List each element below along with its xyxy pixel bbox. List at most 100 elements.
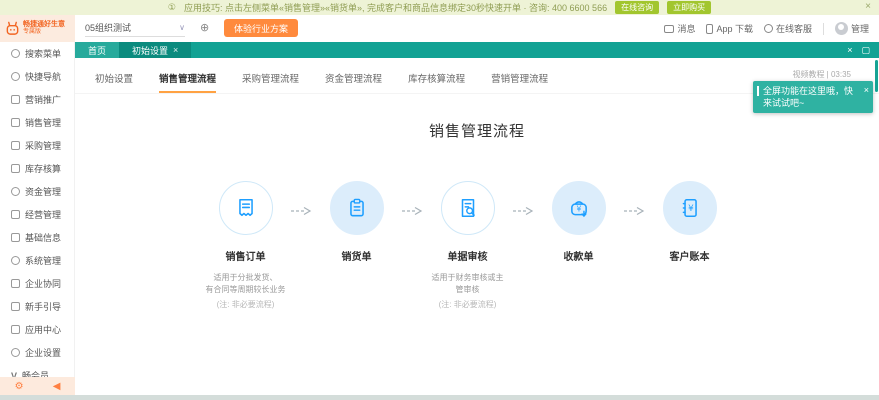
sales-process-flow: 销售订单 适用于分批发货、 有合同等周期较长业务 (注: 非必要流程) — [75, 181, 879, 310]
sidebar-label: 企业设置 — [25, 346, 61, 359]
industry-solution-button[interactable]: 体验行业方案 — [224, 19, 298, 37]
receipt-icon — [235, 197, 257, 219]
flow-node-sales-invoice[interactable]: 销货单 — [301, 181, 412, 310]
toast-text: 全屏功能在这里哦，快来试试吧~ — [763, 86, 853, 108]
flow-node-customer-ledger[interactable]: ¥ 客户账本 — [634, 181, 745, 310]
sidebar-footer: ⚙ ◀ — [0, 377, 75, 395]
node-desc: 适用于财务审核或主 管审核 — [412, 272, 523, 297]
sidebar-item-beginner-guide[interactable]: 新手引导 — [0, 295, 74, 318]
sidebar-item-system[interactable]: 系统管理 — [0, 249, 74, 272]
sidebar-label: 销售管理 — [25, 116, 61, 129]
sidebar-label: 采购管理 — [25, 139, 61, 152]
clipboard-icon — [346, 197, 368, 219]
logo-subtitle: 专属版 — [23, 29, 65, 36]
sales-invoice-circle — [330, 181, 384, 235]
org-select-value: 05组织测试 — [85, 21, 131, 34]
username-label: 管理 — [851, 22, 869, 35]
toast-close-icon[interactable]: × — [864, 84, 869, 96]
report-icon — [11, 210, 20, 219]
org-select[interactable]: 05组织测试 ∨ — [85, 21, 185, 37]
settings-gear-icon[interactable]: ⚙ — [15, 381, 24, 392]
fullscreen-tip-toast: 全屏功能在这里哦，快来试试吧~ × — [753, 81, 873, 113]
sidebar-item-quick-nav[interactable]: 快捷导航 — [0, 65, 74, 88]
sidebar-label: 基础信息 — [25, 231, 61, 244]
sidebar-item-collaboration[interactable]: 企业协同 — [0, 272, 74, 295]
tab-home-label: 首页 — [88, 44, 106, 57]
tab-marketing-process[interactable]: 营销管理流程 — [491, 71, 548, 93]
flow-node-doc-review[interactable]: 单据审核 适用于财务审核或主 管审核 (注: 非必要流程) — [412, 181, 523, 310]
flow-node-sales-order[interactable]: 销售订单 适用于分批发货、 有合同等周期较长业务 (注: 非必要流程) — [190, 181, 301, 310]
tab-initial-setup[interactable]: 初始设置 × — [119, 42, 191, 58]
tab-initial-settings[interactable]: 初始设置 — [95, 71, 133, 93]
logo-title: 畅捷通好生意 — [23, 21, 65, 29]
sidebar-label: 资金管理 — [25, 185, 61, 198]
sidebar-item-funds[interactable]: 资金管理 — [0, 180, 74, 203]
tab-funds-process[interactable]: 资金管理流程 — [325, 71, 382, 93]
doc-review-circle — [441, 181, 495, 235]
sidebar-item-app-center[interactable]: 应用中心 — [0, 318, 74, 341]
sidebar-item-purchase[interactable]: 采购管理 — [0, 134, 74, 157]
node-label: 收款单 — [523, 248, 634, 263]
apps-grid-icon — [11, 325, 20, 334]
sidebar: 搜索菜单 快捷导航 营销推广 销售管理 采购管理 库存核算 资金管理 经营管理 — [0, 42, 75, 395]
sidebar-item-operations[interactable]: 经营管理 — [0, 203, 74, 226]
sidebar-label: 库存核算 — [25, 162, 61, 175]
rabbit-logo-icon — [5, 21, 20, 36]
sidebar-item-enterprise-settings[interactable]: 企业设置 — [0, 341, 74, 364]
messages-button[interactable]: 消息 — [664, 22, 695, 35]
customer-ledger-circle: ¥ — [663, 181, 717, 235]
announcement-text: 应用技巧: 点击左侧菜单«销售管理»«销货单», 完成客户和商品信息绑定30秒快… — [184, 1, 607, 14]
sidebar-label: 搜索菜单 — [25, 47, 61, 60]
shopping-bag-icon — [11, 141, 20, 150]
headset-icon — [764, 24, 773, 33]
tab-close-icon[interactable]: × — [173, 45, 178, 55]
collapse-sidebar-icon[interactable]: ◀ — [53, 381, 61, 392]
bottom-strip — [0, 395, 879, 400]
tabbar-actions: × ▢ — [847, 42, 879, 58]
sidebar-item-marketing[interactable]: 营销推广 — [0, 88, 74, 111]
money-pouch-icon: ¥ — [568, 197, 590, 219]
page-title: 销售管理流程 — [75, 120, 879, 141]
sidebar-label: 应用中心 — [25, 323, 61, 336]
divider — [823, 23, 824, 35]
page-tab-bar: 首页 初始设置 × × ▢ — [75, 42, 879, 58]
flow-node-receipt[interactable]: ¥ 收款单 — [523, 181, 634, 310]
online-consult-button[interactable]: 在线咨询 — [615, 1, 659, 14]
announcement-close-icon[interactable]: × — [865, 1, 871, 12]
info-icon: ① — [168, 2, 176, 13]
close-all-tabs-icon[interactable]: × — [847, 45, 852, 55]
document-search-icon — [457, 197, 479, 219]
tab-inventory-process[interactable]: 库存核算流程 — [408, 71, 465, 93]
sidebar-item-sales[interactable]: 销售管理 — [0, 111, 74, 134]
fullscreen-icon[interactable]: ▢ — [861, 45, 870, 56]
sidebar-label: 企业协同 — [25, 277, 61, 290]
tab-sales-process[interactable]: 销售管理流程 — [159, 71, 216, 93]
top-right-actions: 消息 App 下载 在线客服 管理 — [664, 15, 869, 42]
helper-text: 视频教程 | 03:35 — [792, 69, 851, 80]
node-desc: 适用于分批发货、 有合同等周期较长业务 — [190, 272, 301, 297]
avatar — [835, 22, 848, 35]
warehouse-icon — [11, 164, 20, 173]
compass-icon — [11, 72, 20, 81]
app-download-button[interactable]: App 下载 — [706, 22, 753, 35]
node-label: 单据审核 — [412, 248, 523, 263]
sidebar-item-search-menu[interactable]: 搜索菜单 — [0, 42, 74, 65]
customer-service-button[interactable]: 在线客服 — [764, 22, 812, 35]
user-menu[interactable]: 管理 — [835, 22, 869, 35]
logo: 畅捷通好生意 专属版 — [0, 15, 75, 42]
node-note: (注: 非必要流程) — [412, 299, 523, 310]
svg-text:¥: ¥ — [688, 204, 694, 214]
globe-icon[interactable]: ⊕ — [200, 21, 209, 34]
scrollbar-thumb[interactable] — [875, 60, 878, 92]
app-download-label: App 下载 — [716, 22, 753, 35]
node-label: 销售订单 — [190, 248, 301, 263]
sidebar-item-basic-info[interactable]: 基础信息 — [0, 226, 74, 249]
tab-purchase-process[interactable]: 采购管理流程 — [242, 71, 299, 93]
sidebar-label: 新手引导 — [25, 300, 61, 313]
buy-now-button[interactable]: 立即购买 — [667, 1, 711, 14]
ledger-book-icon: ¥ — [679, 197, 701, 219]
tab-home[interactable]: 首页 — [75, 42, 119, 58]
sidebar-item-inventory[interactable]: 库存核算 — [0, 157, 74, 180]
building-icon — [11, 348, 20, 357]
info-card-icon — [11, 233, 20, 242]
